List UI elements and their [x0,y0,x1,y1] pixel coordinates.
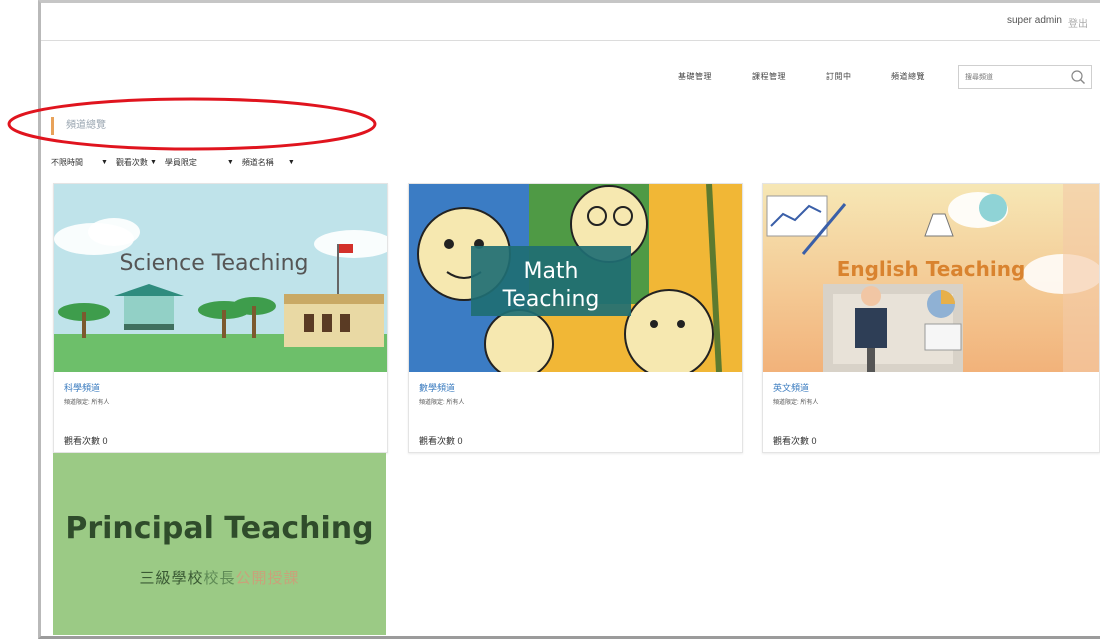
annotation-overlay [7,97,377,151]
annotation-circle [7,97,377,151]
